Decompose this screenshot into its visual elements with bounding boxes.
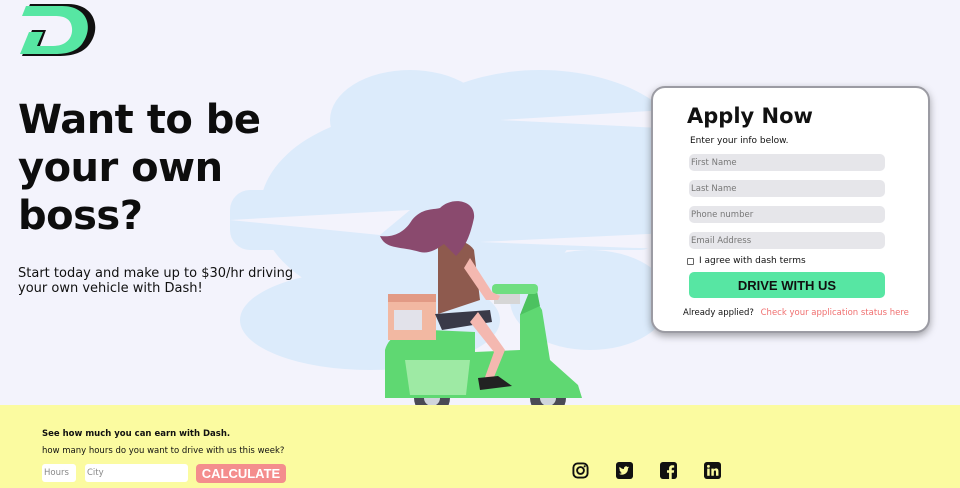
twitter-icon[interactable] xyxy=(616,462,633,479)
drive-with-us-button[interactable]: DRIVE WITH US xyxy=(689,272,885,298)
already-applied-text: Already applied? xyxy=(683,308,754,318)
last-name-field[interactable] xyxy=(689,180,885,197)
linkedin-icon[interactable] xyxy=(704,462,721,479)
already-applied-row: Already applied? Check your application … xyxy=(683,308,909,318)
terms-row: I agree with dash terms xyxy=(687,256,806,266)
phone-number-field[interactable] xyxy=(689,206,885,223)
apply-form-card: Apply Now Enter your info below. I agree… xyxy=(651,86,930,333)
calculate-button[interactable]: CALCULATE xyxy=(196,464,286,483)
apply-title: Apply Now xyxy=(687,104,813,128)
earnings-footer: See how much you can earn with Dash. how… xyxy=(0,405,960,488)
instagram-icon[interactable] xyxy=(572,462,589,479)
terms-checkbox[interactable] xyxy=(687,257,694,265)
facebook-icon[interactable] xyxy=(660,462,677,479)
terms-label[interactable]: I agree with dash terms xyxy=(699,256,806,266)
hours-question: how many hours do you want to drive with… xyxy=(42,446,285,456)
hero-subtitle: Start today and make up to $30/hr drivin… xyxy=(18,266,294,296)
check-status-link[interactable]: Check your application status here xyxy=(761,308,909,318)
hero-headline: Want to be your own boss? xyxy=(18,97,261,239)
earnings-title: See how much you can earn with Dash. xyxy=(42,429,231,439)
email-address-field[interactable] xyxy=(689,232,885,249)
dash-logo[interactable] xyxy=(16,2,96,58)
hours-input[interactable] xyxy=(42,464,76,482)
apply-subtitle: Enter your info below. xyxy=(690,136,789,146)
city-input[interactable] xyxy=(85,464,188,482)
first-name-field[interactable] xyxy=(689,154,885,171)
